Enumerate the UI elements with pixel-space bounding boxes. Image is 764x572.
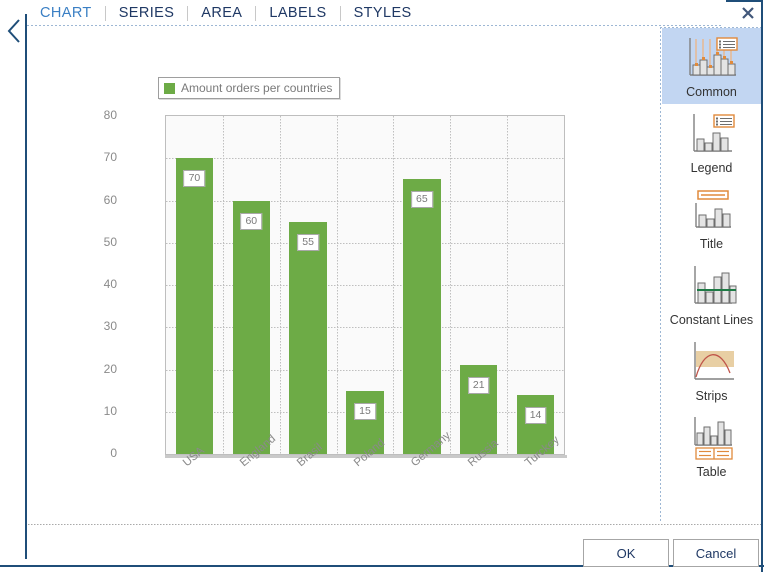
sidebar-item-label: Legend	[690, 161, 733, 175]
plot-area: 70 60 55 15 65 21 14	[165, 115, 565, 455]
tab-bar-divider	[27, 25, 722, 26]
y-axis-tick-label: 40	[103, 277, 117, 291]
gridline-horizontal	[166, 158, 564, 160]
chart-bar[interactable]	[175, 158, 214, 454]
chevron-left-icon[interactable]	[3, 18, 25, 44]
bar-data-label: 15	[354, 402, 376, 420]
bar-data-label: 14	[524, 406, 547, 424]
tab-bar: CHART SERIES AREA LABELS STYLES	[27, 0, 722, 26]
sidebar-item-label: Table	[696, 465, 727, 479]
sidebar-item-title[interactable]: Title	[662, 180, 761, 256]
dialog-border-left	[25, 14, 27, 559]
gridline-horizontal	[166, 327, 564, 329]
legend-chart-icon	[684, 111, 740, 157]
tab-area[interactable]: AREA	[188, 5, 255, 21]
chart-preview-area: Amount orders per countries 70 60 55 15 65 21…	[28, 27, 660, 522]
sidebar-item-label: Constant Lines	[669, 313, 754, 327]
gridline-horizontal	[166, 242, 564, 244]
sidebar-item-strips[interactable]: Strips	[662, 332, 761, 408]
bar-data-label: 60	[240, 212, 263, 230]
gridline-vertical	[450, 116, 452, 454]
sidebar-item-constant-lines[interactable]: Constant Lines	[662, 256, 761, 332]
gridline-vertical	[222, 116, 224, 454]
y-axis-tick-label: 0	[110, 446, 117, 460]
chart-element-list: Common Legend Title Constant Lines Strip…	[662, 28, 761, 522]
bar-data-label: 21	[467, 377, 490, 395]
tab-labels[interactable]: LABELS	[256, 5, 339, 21]
gridline-horizontal	[166, 369, 564, 371]
sidebar-item-label: Title	[699, 237, 724, 251]
sidebar-item-label: Strips	[695, 389, 728, 403]
y-axis-tick-label: 70	[103, 150, 117, 165]
chart-bar[interactable]	[289, 221, 327, 454]
chart-legend[interactable]: Amount orders per countries	[158, 77, 341, 99]
chart-bar[interactable]	[232, 200, 271, 454]
table-chart-icon	[684, 415, 740, 461]
bar-data-label: 55	[297, 233, 319, 251]
gridline-vertical	[279, 116, 281, 454]
y-axis-tick-label: 60	[103, 192, 117, 207]
sidebar-item-common[interactable]: Common	[662, 28, 761, 104]
constant-lines-chart-icon	[684, 263, 740, 309]
strips-chart-icon	[684, 339, 740, 385]
gridline-vertical	[393, 116, 395, 454]
chart-bar[interactable]	[403, 179, 441, 454]
bar-data-label: 70	[183, 170, 206, 188]
dialog-border-right	[761, 0, 763, 572]
legend-color-swatch	[164, 82, 175, 94]
y-axis-tick-label: 30	[103, 319, 117, 334]
gridline-horizontal	[166, 200, 564, 202]
legend-series-label: Amount orders per countries	[181, 81, 333, 95]
y-axis-tick-label: 20	[103, 361, 117, 376]
close-icon[interactable]	[738, 4, 758, 22]
title-chart-icon	[684, 187, 740, 233]
dialog-footer: OK Cancel	[28, 525, 761, 567]
gridline-vertical	[336, 116, 338, 454]
chart-designer-dialog: CHART SERIES AREA LABELS STYLES Amount o…	[0, 0, 764, 572]
bar-chart: Amount orders per countries 70 60 55 15 65 21…	[28, 27, 660, 522]
common-chart-icon	[684, 35, 740, 81]
y-axis-tick-label: 80	[103, 108, 117, 122]
tab-series[interactable]: SERIES	[106, 5, 188, 21]
tab-styles[interactable]: STYLES	[341, 5, 425, 21]
cancel-button[interactable]: Cancel	[673, 539, 759, 567]
sidebar-item-label: Common	[686, 85, 737, 99]
y-axis-tick-label: 10	[103, 403, 117, 418]
gridline-vertical	[507, 116, 509, 454]
bar-data-label: 65	[411, 191, 433, 209]
ok-button[interactable]: OK	[583, 539, 669, 567]
sidebar-item-table[interactable]: Table	[662, 408, 761, 484]
sidebar-item-legend[interactable]: Legend	[662, 104, 761, 180]
dialog-border-top	[726, 0, 762, 2]
y-axis-tick-label: 50	[103, 234, 117, 249]
sidebar-divider	[660, 27, 661, 523]
gridline-horizontal	[166, 285, 564, 286]
tab-chart[interactable]: CHART	[27, 5, 105, 21]
